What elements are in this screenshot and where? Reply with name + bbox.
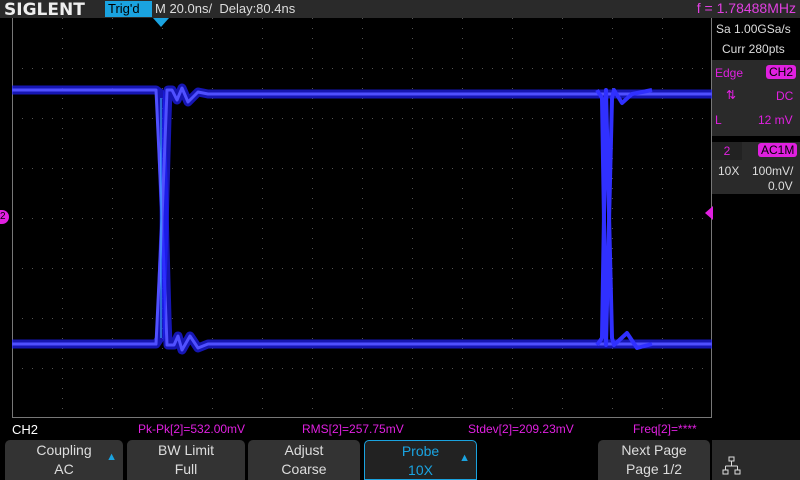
siglent-logo: SIGLENT — [4, 0, 85, 20]
trigger-position-marker — [153, 18, 169, 27]
waveform-display — [12, 18, 712, 418]
coupling-softkey[interactable]: Coupling AC ▲ — [5, 440, 123, 480]
channel-number[interactable]: 2 — [712, 142, 742, 160]
top-bar: SIGLENT Trig'd M 20.0ns/ Delay:80.4ns f … — [0, 0, 800, 20]
bw-limit-softkey[interactable]: BW Limit Full — [127, 440, 245, 480]
ch2-ground-marker[interactable]: 2 — [0, 210, 9, 224]
frequency-counter: f = 1.78488MHz — [696, 0, 796, 16]
measure-pkpk: Pk-Pk[2]=532.00mV — [138, 422, 246, 436]
adjust-softkey[interactable]: Adjust Coarse — [248, 440, 360, 480]
measure-freq: Freq[2]=**** — [633, 422, 697, 436]
probe-ratio: 10X — [718, 164, 740, 178]
trigger-source[interactable]: CH2 — [766, 65, 797, 79]
trigger-level[interactable]: 12 mV — [758, 113, 793, 127]
trigger-coupling: DC — [776, 89, 794, 103]
softkey-value: Full — [174, 461, 198, 477]
rise-fall-icon: ⇅ — [726, 88, 737, 102]
network-icon — [712, 440, 800, 480]
record-length: Curr 280pts — [722, 42, 785, 56]
trigger-level-marker[interactable] — [705, 206, 713, 220]
softkey-value: Coarse — [281, 461, 327, 477]
next-page-softkey[interactable]: Next Page Page 1/2 — [598, 440, 710, 480]
trigger-level-label: L — [715, 113, 722, 127]
softkey-title: BW Limit — [158, 442, 214, 458]
trigger-status: Trig'd — [105, 1, 152, 17]
probe-softkey[interactable]: Probe 10X ▲ — [364, 440, 477, 480]
softkey-title: Adjust — [284, 442, 324, 458]
arrow-up-icon: ▲ — [459, 452, 470, 464]
timebase-delay[interactable]: M 20.0ns/ Delay:80.4ns — [155, 1, 295, 16]
measure-rms: RMS[2]=257.75mV — [302, 422, 404, 436]
channel-coupling: AC1M — [758, 143, 798, 157]
timebase: M 20.0ns/ — [155, 1, 213, 16]
graticule — [12, 18, 712, 418]
sample-rate: Sa 1.00GSa/s — [716, 22, 791, 36]
vertical-offset: 0.0V — [768, 179, 793, 193]
measure-channel: CH2 — [12, 422, 39, 437]
vertical-scale: 100mV/ — [752, 164, 794, 178]
arrow-up-icon: ▲ — [106, 451, 117, 463]
right-info-panel: Sa 1.00GSa/s Curr 280pts Edge CH2 ⇅ DC L… — [712, 18, 800, 194]
trigger-type[interactable]: Edge — [715, 66, 743, 80]
softkey-value: Page 1/2 — [625, 461, 683, 477]
measure-stdev: Stdev[2]=209.23mV — [468, 422, 574, 436]
softkey-title: Next Page — [621, 442, 687, 458]
delay: Delay:80.4ns — [219, 1, 296, 16]
